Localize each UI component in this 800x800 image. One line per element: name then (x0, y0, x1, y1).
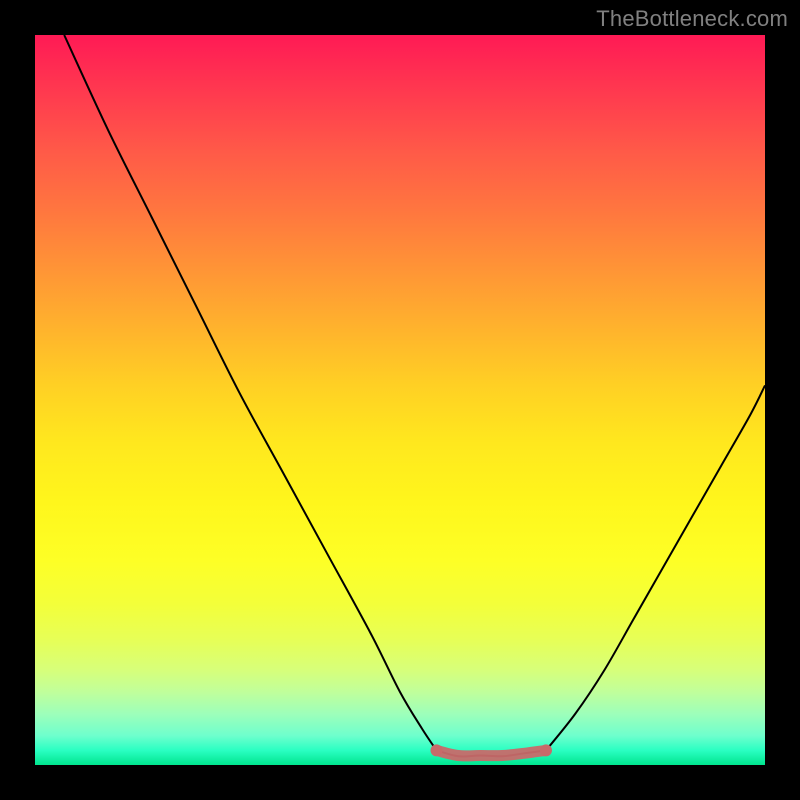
annotation-valley-marker (437, 750, 547, 755)
annotation-dot (431, 744, 443, 756)
curve-left-curve (64, 35, 436, 750)
curve-layer (35, 35, 765, 765)
watermark-text: TheBottleneck.com (596, 6, 788, 32)
chart-frame: TheBottleneck.com (0, 0, 800, 800)
curve-right-curve (546, 385, 765, 750)
plot-area (35, 35, 765, 765)
annotation-dot (540, 744, 552, 756)
